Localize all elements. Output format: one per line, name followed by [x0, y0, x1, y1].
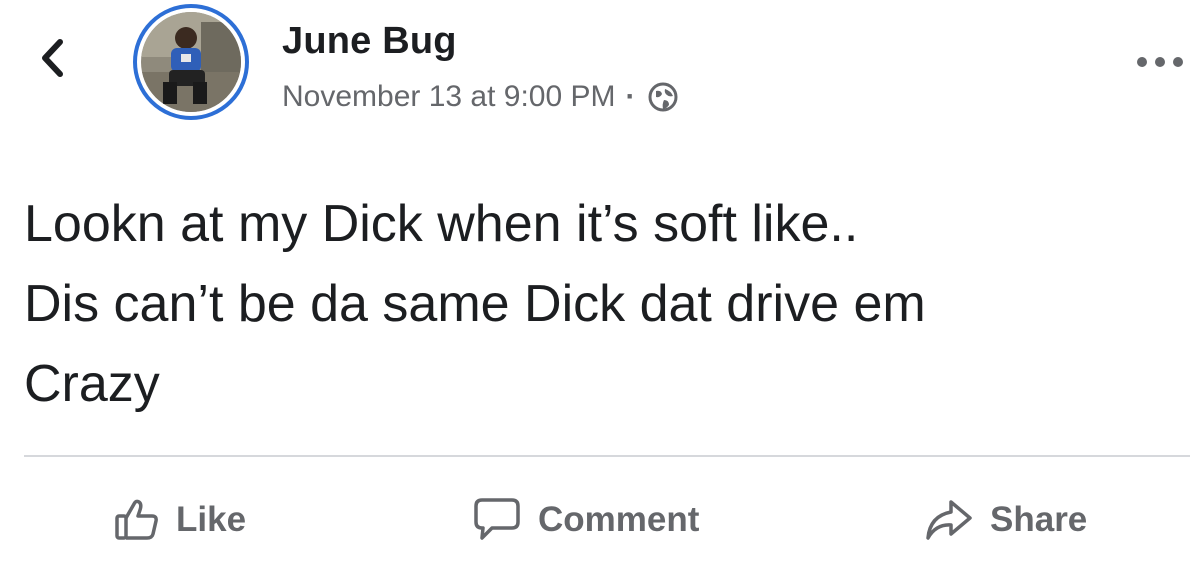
meta-separator: · — [625, 80, 636, 113]
back-button[interactable] — [32, 38, 72, 82]
comment-button[interactable]: Comment — [472, 492, 699, 548]
thumbs-up-icon — [114, 498, 160, 542]
like-label: Like — [176, 500, 247, 539]
post-text: Lookn at my Dick when it’s soft like.. D… — [24, 195, 926, 413]
like-button[interactable]: Like — [114, 492, 246, 548]
more-horizontal-icon — [1136, 55, 1184, 73]
share-button[interactable]: Share — [924, 492, 1087, 548]
author-name[interactable]: June Bug — [282, 20, 457, 63]
share-label: Share — [990, 500, 1088, 539]
globe-icon[interactable] — [646, 80, 680, 114]
divider — [24, 455, 1190, 457]
more-options-button[interactable] — [1130, 44, 1190, 84]
post-timestamp[interactable]: November 13 at 9:00 PM — [282, 80, 616, 114]
comment-bubble-icon — [472, 496, 522, 544]
action-bar: Like Comment Share — [0, 470, 1200, 566]
share-arrow-icon — [924, 498, 974, 542]
comment-label: Comment — [538, 500, 700, 539]
facebook-post: June Bug November 13 at 9:00 PM · Lookn … — [0, 0, 1200, 569]
post-meta: November 13 at 9:00 PM · — [282, 80, 680, 114]
profile-photo — [141, 12, 241, 112]
avatar[interactable] — [133, 4, 249, 120]
chevron-left-icon — [39, 38, 65, 83]
